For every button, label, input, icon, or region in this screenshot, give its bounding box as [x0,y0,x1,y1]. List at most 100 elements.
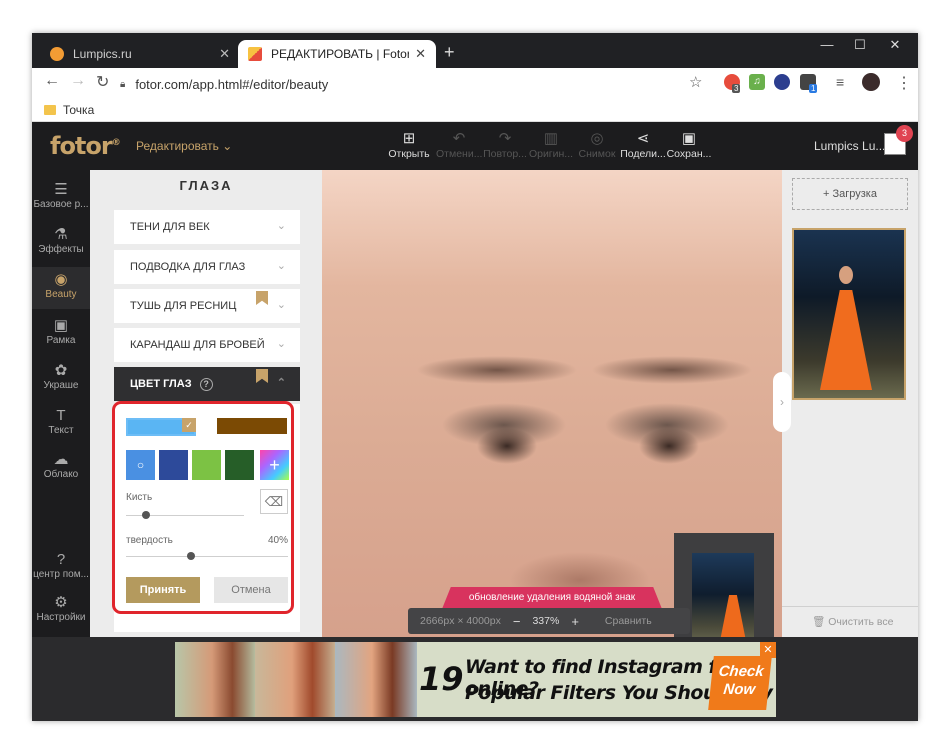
thumbnail-dress [820,290,872,390]
tool-label: Снимок [578,148,616,160]
fotor-favicon-icon [248,47,262,61]
text-icon: T [56,407,66,424]
tab-close-icon[interactable]: ✕ [415,46,426,62]
compare-button[interactable]: Сравнить [605,615,652,627]
chevron-down-icon: ⌄ [276,260,286,272]
edit-menu-dropdown[interactable]: Редактировать ⌄ [136,139,232,153]
maximize-button[interactable]: ☐ [845,37,875,53]
clear-all-button[interactable]: 🗑︎ Очистить все [812,615,893,628]
divider [782,606,918,607]
ad-cta-button[interactable]: Check Now [708,656,772,710]
sidebar-item-flask[interactable]: ⚗ Эффекты [32,222,90,264]
upload-button[interactable]: + Загрузка [792,178,908,210]
reload-button[interactable]: ↻ [96,72,109,92]
chevron-down-icon: ⌄ [276,338,286,350]
accordion-mascara[interactable]: ТУШЬ ДЛЯ РЕСНИЦ ⌄ [114,289,300,323]
tab-fotor[interactable]: РЕДАКТИРОВАТЬ | Fotor ✕ [238,40,436,68]
sidebar-item-cloud[interactable]: ☁ Облако [32,447,90,489]
collapse-handle[interactable]: › [773,372,791,432]
sidebar-item-eye[interactable]: ◉ Beauty [32,267,90,309]
close-window-button[interactable]: ✕ [880,37,910,53]
back-button[interactable]: ← [44,72,60,90]
tool-redo-button[interactable]: ↷ Повтор... [482,130,528,160]
tool-undo-button[interactable]: ↶ Отмени... [436,130,482,160]
ad-banner[interactable]: 19 Want to find Instagram filters online… [175,642,776,717]
browser-toolbar: ← → ↻ 🔒︎ fotor.com/app.html#/editor/beau… [32,68,918,98]
tool-label: Сохран... [666,148,712,160]
logo-text: fotor [50,132,113,160]
accordion-brow-pencil[interactable]: КАРАНДАШ ДЛЯ БРОВЕЙ ⌄ [114,328,300,362]
fotor-logo[interactable]: fotor® [50,132,121,160]
sidebar-item-sliders[interactable]: ☰ Базовое р... [32,177,90,219]
right-panel: › + Загрузка 🗑︎ Очистить все [773,170,918,637]
sidebar-item-sticker[interactable]: ✿ Украше [32,358,90,400]
premium-ribbon-icon [256,291,268,305]
accordion-eye-color[interactable]: ЦВЕТ ГЛАЗ ? ⌃ [114,367,300,401]
tool-share-button[interactable]: ⋖ Подели... [620,130,666,160]
logo-mark: ® [111,138,121,148]
thumbnail-head [839,266,853,284]
highlight-frame [112,401,294,614]
minimize-button[interactable]: — [812,37,842,52]
tool-original-button[interactable]: ▥ Оригин... [528,130,574,160]
image-dimensions: 2666px × 4000px [420,615,501,627]
new-tab-button[interactable]: + [444,42,455,63]
extension-music-icon[interactable]: ♫ [749,74,765,90]
chevron-down-icon: ⌄ [276,220,286,232]
sidebar-item-label: Настройки [36,612,86,623]
sidebar-item-label: Базовое р... [33,199,89,210]
tool-snapshot-button[interactable]: ◎ Снимок [574,130,620,160]
tool-label: Оригин... [528,148,574,160]
sidebar-item-text[interactable]: T Текст [32,403,90,445]
zoom-bar: 2666px × 4000px − 337% + Сравнить [408,608,690,634]
browser-window: Lumpics.ru ✕ РЕДАКТИРОВАТЬ | Fotor ✕ + —… [32,33,918,721]
snapshot-icon: ◎ [590,130,604,147]
extension-globe-icon[interactable] [774,74,790,90]
profile-avatar[interactable] [862,73,880,91]
forward-button[interactable]: → [70,72,86,90]
sidebar-item-help[interactable]: ? центр пом... [32,547,90,589]
help-icon[interactable]: ? [199,377,213,391]
frame-icon: ▣ [53,317,69,334]
bookmark-star-icon[interactable]: ☆ [689,73,702,91]
photo-thumbnail[interactable] [792,228,906,400]
extension-badge: 3 [732,84,741,93]
address-bar[interactable]: 🔒︎ fotor.com/app.html#/editor/beauty [116,72,716,96]
tool-label: Повтор... [483,148,527,160]
browser-menu-icon[interactable]: ⋮ [896,73,912,93]
user-name[interactable]: Lumpics Lu... [814,139,885,153]
tool-image-add-button[interactable]: ⊞ Открыть [386,130,432,160]
tool-label: Отмени... [436,148,483,160]
accordion-eyeshadow[interactable]: ТЕНИ ДЛЯ ВЕК ⌄ [114,210,300,244]
tab-close-icon[interactable]: ✕ [219,46,230,62]
tool-label: Открыть [388,148,430,160]
undo-icon: ↶ [452,130,466,147]
chevron-down-icon: ⌄ [222,139,233,153]
tool-save-button[interactable]: ▣ Сохран... [666,130,712,160]
clear-all-label: Очистить все [828,616,894,628]
accordion-eyeliner[interactable]: ПОДВОДКА ДЛЯ ГЛАЗ ⌄ [114,250,300,284]
tab-lumpics[interactable]: Lumpics.ru ✕ [40,40,240,68]
sidebar-item-frame[interactable]: ▣ Рамка [32,313,90,355]
eye-icon: ◉ [54,271,68,288]
accordion-label: КАРАНДАШ ДЛЯ БРОВЕЙ [130,339,265,351]
left-sidebar: ☰ Базовое р... ⚗ Эффекты ◉ Beauty ▣ Рамка ✿ Украш… [32,170,90,637]
sticker-icon: ✿ [54,362,68,379]
zoom-in-button[interactable]: + [571,614,579,629]
ad-bar: 19 Want to find Instagram filters online… [32,637,918,721]
redo-icon: ↷ [498,130,512,147]
reading-list-icon[interactable]: ≡ [836,74,844,90]
watermark-notice[interactable]: обновление удаления водяной знак [442,587,662,609]
app-header: fotor® Редактировать ⌄ Lumpics Lu... 3 ⊞… [32,122,918,170]
url-text: fotor.com/app.html#/editor/beauty [135,76,329,92]
zoom-out-button[interactable]: − [513,614,521,629]
ad-close-button[interactable]: ✕ [760,642,776,658]
notification-badge: 3 [896,125,913,142]
bookmark-item[interactable]: Точка [63,103,94,117]
sidebar-item-settings[interactable]: ⚙ Настройки [32,590,90,632]
premium-ribbon-icon [256,369,268,383]
photo-canvas[interactable]: обновление удаления водяной знак ↘ 2666p… [322,170,782,637]
bookmarks-bar: Точка [32,98,918,122]
ad-number: 19 [419,660,464,698]
extension-badge: 1 [809,84,818,93]
